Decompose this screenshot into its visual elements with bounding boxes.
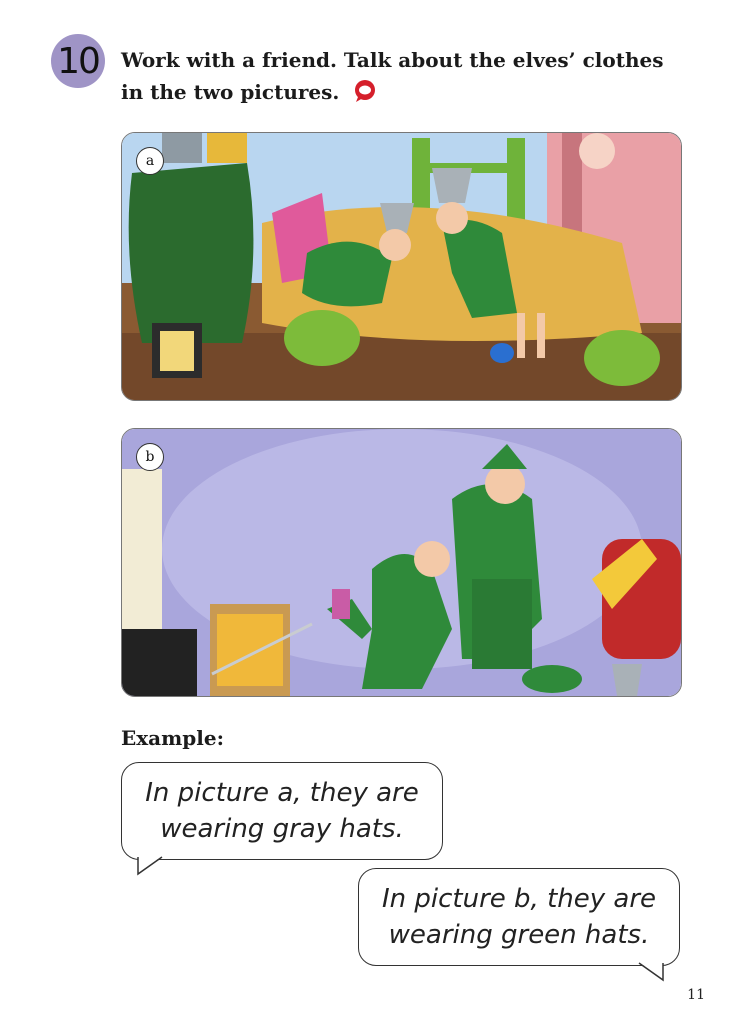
illustration-a: a: [121, 132, 682, 401]
picture-label-a: a: [136, 147, 164, 175]
speech-bubble-2: In picture b, they are wearing green hat…: [358, 868, 680, 982]
exercise-number: 10: [57, 40, 101, 82]
page-number: 11: [687, 987, 705, 1003]
bubble-1-line-2: wearing gray hats.: [160, 814, 404, 844]
elves-workshop-a-image: [122, 133, 681, 400]
exercise-number-badge: 10: [51, 34, 105, 88]
example-heading: Example:: [121, 726, 224, 750]
exercise-instruction: Work with a friend. Talk about the elves…: [121, 44, 681, 108]
bubble-2-line-2: wearing green hats.: [388, 920, 650, 950]
bubble-2-line-1: In picture b, they are: [381, 884, 657, 914]
speech-bubble-1: In picture a, they are wearing gray hats…: [121, 762, 443, 876]
picture-label-b: b: [136, 443, 164, 471]
elves-workshop-b-image: [122, 429, 681, 696]
speech-bubble-tail-icon: [137, 856, 163, 876]
illustration-b: b: [121, 428, 682, 697]
instruction-line-2: in the two pictures.: [121, 80, 340, 104]
speech-bubble-tail-icon: [638, 962, 664, 982]
bubble-1-line-1: In picture a, they are: [145, 778, 419, 808]
speaking-icon: [355, 80, 376, 102]
instruction-line-1: Work with a friend. Talk about the elves…: [121, 48, 664, 72]
